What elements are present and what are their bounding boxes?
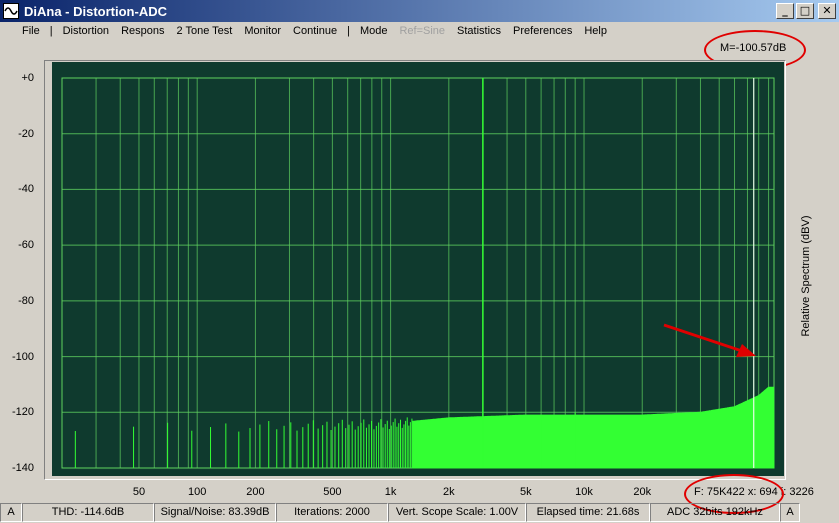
y-axis-tick-labels: +0 -20 -40 -60 -80 -100 -120 -140	[0, 60, 38, 480]
menu-continue[interactable]: Continue	[287, 23, 343, 39]
menu-2-tone-test[interactable]: 2 Tone Test	[170, 23, 238, 39]
status-cell-4: Vert. Scope Scale: 1.00V	[388, 503, 526, 522]
plot-border	[61, 77, 775, 469]
x-tick-label: 100	[188, 486, 207, 498]
x-tick-label: 20k	[633, 486, 652, 498]
y-tick-label: -60	[18, 239, 34, 252]
x-tick-label: 200	[246, 486, 265, 498]
menu-help[interactable]: Help	[578, 23, 613, 39]
x-axis-tick-labels: 50 100 200 500 1k 2k 5k 10k 20k	[52, 486, 784, 500]
status-cell-6: ADC 32bits 192kHz	[650, 503, 780, 522]
maximize-button[interactable]: □	[796, 3, 814, 19]
status-cell-0: A	[0, 503, 22, 522]
y-tick-label: -100	[11, 350, 34, 363]
menu-separator: |	[49, 25, 53, 37]
status-cell-5: Elapsed time: 21.68s	[526, 503, 650, 522]
y-tick-label: -20	[18, 127, 34, 140]
status-cell-7: A	[780, 503, 800, 522]
menu-ref-sine[interactable]: Ref=Sine	[393, 23, 451, 39]
y-tick-label: -120	[11, 406, 34, 419]
title-bar[interactable]: DiAna - Distortion-ADC _ □ ✕	[0, 0, 839, 22]
x-tick-label: 1k	[384, 486, 397, 498]
y-tick-label: +0	[21, 72, 34, 84]
menu-preferences[interactable]: Preferences	[507, 23, 578, 39]
window-title: DiAna - Distortion-ADC	[24, 3, 167, 19]
status-cell-2: Signal/Noise: 83.39dB	[154, 503, 276, 522]
status-bar: A THD: -114.6dB Signal/Noise: 83.39dB Itera…	[0, 502, 839, 523]
menu-respons[interactable]: Respons	[115, 23, 170, 39]
x-tick-label: 500	[323, 486, 342, 498]
y-tick-label: -40	[18, 183, 34, 196]
status-cell-3: Iterations: 2000	[276, 503, 388, 522]
x-tick-label: 50	[132, 486, 146, 498]
diana-app-icon[interactable]	[3, 3, 19, 19]
x-tick-label: 2k	[443, 486, 455, 498]
menu-distortion[interactable]: Distortion	[57, 23, 115, 39]
menu-file[interactable]: File	[16, 23, 46, 39]
spectrum-plot[interactable]	[52, 62, 784, 476]
spectrum-chart	[61, 77, 775, 469]
close-button[interactable]: ✕	[818, 3, 836, 19]
status-cell-1: THD: -114.6dB	[22, 503, 154, 522]
y-tick-label: -140	[11, 462, 34, 474]
menu-mode[interactable]: Mode	[354, 23, 394, 39]
menu-statistics[interactable]: Statistics	[451, 23, 507, 39]
x-tick-label: 5k	[519, 486, 532, 498]
x-tick-label: 10k	[575, 486, 593, 498]
minimize-button[interactable]: _	[776, 3, 794, 19]
y-axis-title: Relative Spectrum (dBV)	[800, 215, 812, 337]
y-tick-label: -80	[18, 294, 34, 307]
menu-monitor[interactable]: Monitor	[238, 23, 287, 39]
menu-separator: |	[347, 25, 350, 37]
noise-floor-area	[412, 386, 775, 469]
